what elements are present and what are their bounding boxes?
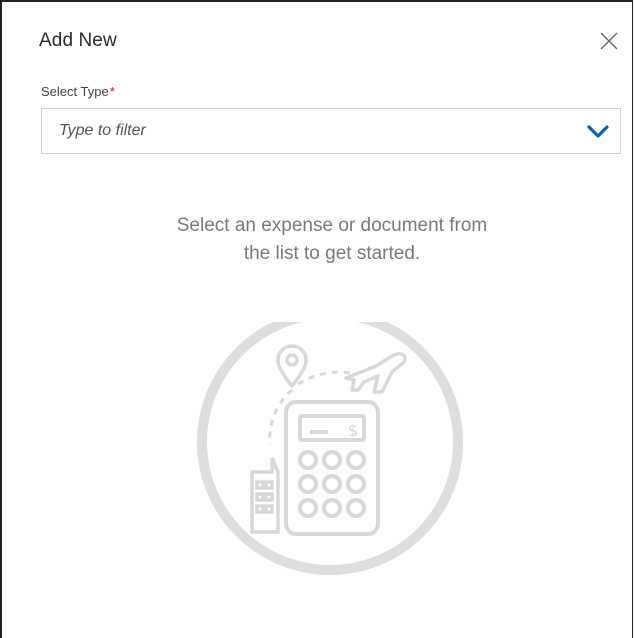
calculator-icon: $ — [284, 400, 380, 536]
select-type-label: Select Type* — [41, 84, 115, 99]
type-filter-input[interactable] — [59, 109, 559, 153]
svg-text:$: $ — [348, 421, 358, 440]
dropdown-toggle[interactable] — [587, 124, 609, 140]
close-icon — [600, 32, 618, 50]
location-pin-icon — [276, 344, 308, 389]
empty-state-message-line1: Select an expense or document from — [176, 215, 488, 236]
dialog-title: Add New — [39, 30, 117, 51]
select-type-dropdown[interactable] — [41, 108, 621, 154]
add-new-dialog: Add New Select Type* Select an expense o… — [0, 0, 633, 638]
building-icon — [250, 457, 280, 534]
chevron-down-icon — [587, 125, 609, 138]
select-type-label-text: Select Type — [41, 84, 109, 99]
close-button[interactable] — [599, 31, 619, 51]
required-indicator: * — [109, 84, 115, 99]
expense-calculator-illustration: $ — [197, 322, 463, 575]
empty-state-message-line2: the list to get started. — [243, 243, 421, 264]
airplane-icon — [344, 352, 407, 394]
